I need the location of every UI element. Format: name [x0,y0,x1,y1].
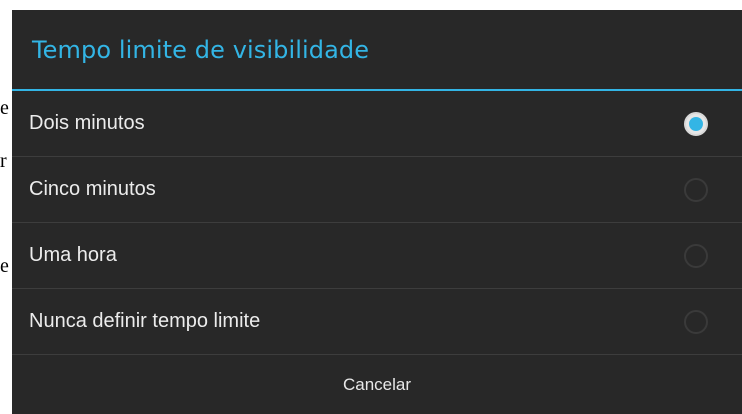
option-one-hour[interactable]: Uma hora [12,223,742,289]
option-label: Nunca definir tempo limite [29,310,261,332]
radio-unchecked-icon[interactable] [684,243,708,268]
dialog-title: Tempo limite de visibilidade [32,35,370,64]
radio-unchecked-icon[interactable] [684,177,708,202]
option-five-minutes[interactable]: Cinco minutos [12,157,742,223]
option-never-timeout[interactable]: Nunca definir tempo limite [12,289,742,355]
visibility-timeout-dialog: Tempo limite de visibilidade Dois minuto… [12,10,742,414]
cancel-button-label: Cancelar [342,374,412,394]
dialog-header: Tempo limite de visibilidade [12,10,742,91]
timeout-option-list: Dois minutos Cinco minutos Uma hora Nunc… [12,91,742,355]
option-label: Cinco minutos [29,178,156,200]
option-two-minutes[interactable]: Dois minutos [12,91,742,157]
radio-checked-icon[interactable] [684,111,708,136]
radio-unchecked-icon[interactable] [684,309,708,334]
cancel-button[interactable]: Cancelar [12,355,742,414]
screen: e r e Tempo limite de visibilidade Dois … [0,0,742,414]
option-label: Dois minutos [29,112,145,134]
option-label: Uma hora [29,244,117,266]
